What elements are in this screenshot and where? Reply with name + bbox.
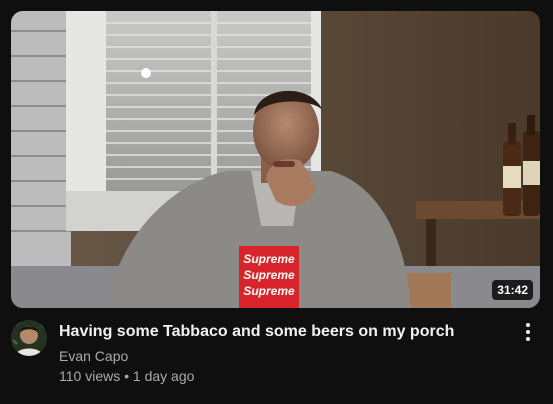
more-vert-icon[interactable] bbox=[516, 320, 540, 344]
dot bbox=[526, 330, 530, 334]
dot bbox=[526, 323, 530, 327]
video-card[interactable]: Supreme Supreme Supreme 31:42 Having some … bbox=[0, 0, 553, 404]
upload-age: 1 day ago bbox=[132, 368, 195, 384]
duration-badge: 31:42 bbox=[492, 280, 533, 300]
video-stats: 110 views • 1 day ago bbox=[59, 366, 194, 386]
video-details: Having some Tabbaco and some beers on my… bbox=[11, 318, 540, 398]
shirt-print-text: Supreme bbox=[243, 252, 295, 266]
video-thumbnail[interactable]: Supreme Supreme Supreme 31:42 bbox=[11, 11, 540, 308]
channel-name[interactable]: Evan Capo bbox=[59, 346, 128, 366]
stats-separator: • bbox=[124, 368, 130, 384]
dot bbox=[526, 337, 530, 341]
shirt-print-text: Supreme bbox=[243, 284, 295, 298]
thumbnail-image: Supreme Supreme Supreme bbox=[11, 11, 540, 308]
avatar-image bbox=[11, 320, 47, 356]
view-count: 110 views bbox=[59, 368, 121, 384]
shirt-print-text: Supreme bbox=[243, 268, 295, 282]
video-title[interactable]: Having some Tabbaco and some beers on my… bbox=[59, 321, 509, 343]
channel-avatar[interactable] bbox=[11, 320, 47, 356]
